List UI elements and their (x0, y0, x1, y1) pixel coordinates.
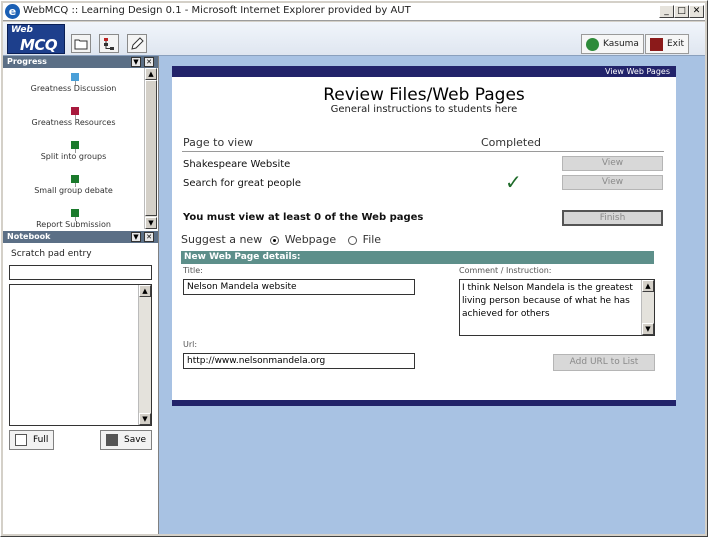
view-button-2[interactable]: View (562, 175, 663, 190)
progress-step-label[interactable]: Small group debate (3, 186, 144, 195)
left-sidebar: Progress ▼ ✕ Greatness Discussion Greatne… (3, 56, 159, 534)
ie-logo-icon: e (5, 4, 20, 19)
open-folder-button[interactable] (71, 34, 91, 53)
user-label: Kasuma (603, 39, 639, 49)
progress-scrollbar[interactable]: ▲ ▼ (144, 68, 157, 229)
notebook-collapse-button[interactable]: ▼ (131, 232, 141, 242)
logo-mcq-text: MCQ (20, 36, 58, 54)
browser-window: e WebMCQ :: Learning Design 0.1 - Micros… (0, 0, 708, 537)
progress-step-marker[interactable] (71, 209, 79, 217)
view-button-1[interactable]: View (562, 156, 663, 171)
main-content: View Web Pages Review Files/Web Pages Ge… (159, 56, 705, 534)
notebook-body: Scratch pad entry ▲ ▼ Full Save (3, 243, 158, 534)
save-button[interactable]: Save (100, 430, 153, 450)
exit-label: Exit (667, 39, 685, 49)
progress-step-marker[interactable] (71, 175, 79, 183)
notebook-title: Notebook (7, 232, 51, 241)
review-card: View Web Pages Review Files/Web Pages Ge… (172, 66, 676, 406)
finish-button[interactable]: Finish (562, 210, 663, 226)
col-page-header: Page to view (183, 136, 253, 149)
notebook-header: Notebook ▼ ✕ (3, 231, 158, 243)
scratch-title-input[interactable] (9, 265, 152, 280)
header-divider (182, 151, 664, 152)
min-view-notice: You must view at least 0 of the Web page… (183, 212, 424, 223)
minimize-button[interactable]: _ (659, 5, 674, 18)
view-web-pages-label: View Web Pages (604, 67, 670, 76)
title-input[interactable]: Nelson Mandela website (183, 279, 415, 295)
title-label: Title: (183, 266, 203, 275)
scroll-down-icon[interactable]: ▼ (145, 217, 157, 229)
progress-step-marker[interactable] (71, 107, 79, 115)
floppy-icon (106, 434, 118, 446)
exit-button[interactable]: Exit (645, 34, 690, 54)
progress-step-label[interactable]: Split into groups (3, 152, 144, 161)
file-option-label: File (362, 233, 382, 246)
page-row-label: Shakespeare Website (183, 159, 291, 170)
progress-step-marker[interactable] (71, 141, 79, 149)
notebook-close-button[interactable]: ✕ (144, 232, 154, 242)
folder-icon (74, 39, 88, 49)
page-title: Review Files/Web Pages (323, 85, 525, 105)
window-title: WebMCQ :: Learning Design 0.1 - Microsof… (23, 5, 411, 16)
full-button[interactable]: Full (9, 430, 55, 450)
comment-scroll-down-icon[interactable]: ▼ (642, 323, 654, 335)
progress-step-label[interactable]: Greatness Discussion (3, 84, 144, 93)
logo-web-text: Web (11, 25, 33, 35)
webpage-option-label: Webpage (284, 233, 337, 246)
pencil-icon (131, 36, 144, 50)
file-radio[interactable] (347, 235, 357, 245)
scratch-pad-textarea[interactable]: ▲ ▼ (9, 284, 152, 426)
url-label: Url: (183, 340, 198, 349)
activity-tree-button[interactable] (99, 34, 119, 53)
scratch-scroll-up-icon[interactable]: ▲ (139, 285, 151, 297)
webpage-radio[interactable] (269, 235, 279, 245)
scratch-scrollbar[interactable]: ▲ ▼ (138, 285, 151, 425)
add-url-button[interactable]: Add URL to List (553, 354, 655, 371)
close-window-button[interactable]: ✕ (689, 5, 704, 18)
comment-textarea[interactable]: I think Nelson Mandela is the greatest l… (459, 279, 655, 336)
progress-step-label[interactable]: Report Submission (3, 220, 144, 229)
full-label: Full (33, 435, 49, 445)
scroll-thumb[interactable] (145, 80, 157, 216)
progress-step-label[interactable]: Greatness Resources (3, 118, 144, 127)
comment-scrollbar[interactable]: ▲ ▼ (641, 280, 654, 335)
progress-close-button[interactable]: ✕ (144, 57, 154, 67)
tree-icon (104, 37, 114, 50)
user-icon (586, 37, 599, 51)
comment-label: Comment / Instruction: (459, 266, 552, 275)
scroll-up-icon[interactable]: ▲ (145, 68, 157, 80)
page-row-label: Search for great people (183, 178, 301, 189)
webmcq-logo: Web MCQ (7, 24, 65, 54)
edit-notes-button[interactable] (127, 34, 147, 53)
progress-header: Progress ▼ ✕ (3, 56, 158, 68)
save-label: Save (124, 435, 147, 445)
comment-scroll-up-icon[interactable]: ▲ (642, 280, 654, 292)
scratch-pad-label: Scratch pad entry (11, 249, 92, 259)
url-input[interactable]: http://www.nelsonmandela.org (183, 353, 415, 369)
title-bar: e WebMCQ :: Learning Design 0.1 - Micros… (3, 3, 705, 21)
completed-check-icon: ✓ (505, 170, 522, 194)
exit-door-icon (650, 37, 663, 51)
expand-icon (15, 434, 27, 446)
page-subtitle: General instructions to students here (330, 104, 518, 115)
suggest-label: Suggest a new (181, 233, 263, 246)
progress-collapse-button[interactable]: ▼ (131, 57, 141, 67)
maximize-button[interactable]: □ (674, 5, 689, 18)
progress-list: Greatness Discussion Greatness Resources S… (3, 68, 144, 229)
col-completed-header: Completed (481, 136, 541, 149)
details-header: New Web Page details: (181, 251, 654, 264)
progress-title: Progress (7, 57, 47, 66)
user-button[interactable]: Kasuma (581, 34, 644, 54)
app-toolbar: Web MCQ Kasuma Exit (3, 22, 705, 56)
comment-text: I think Nelson Mandela is the greatest l… (462, 283, 633, 319)
scratch-scroll-down-icon[interactable]: ▼ (139, 413, 151, 425)
progress-step-marker[interactable] (71, 73, 79, 81)
suggest-row: Suggest a new Webpage File (181, 233, 381, 246)
